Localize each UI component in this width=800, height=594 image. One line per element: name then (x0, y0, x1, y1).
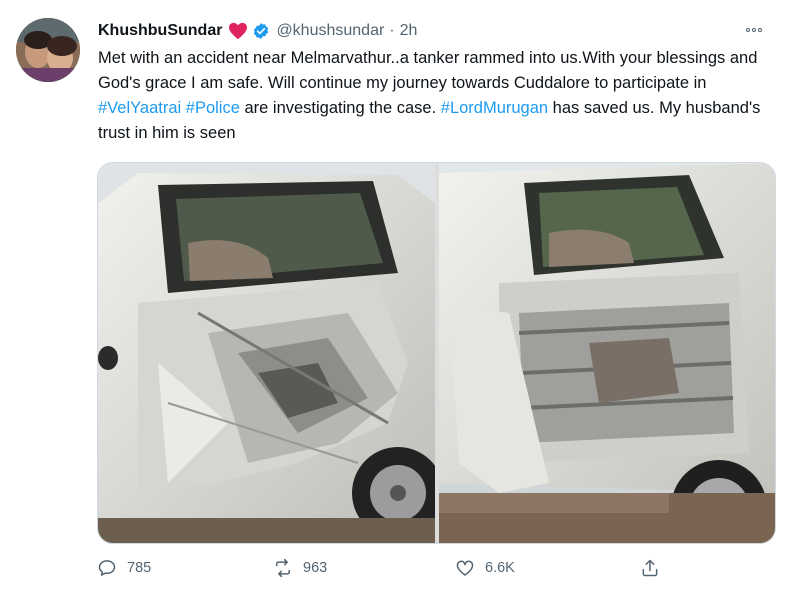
avatar[interactable] (16, 18, 80, 82)
tweet-text: Met with an accident near Melmarvathur..… (98, 46, 788, 146)
accident-photo-1[interactable] (98, 163, 444, 543)
hashtag-velyaatrai[interactable]: #VelYaatrai (98, 99, 181, 117)
tweet-text-segment: Met with an accident near Melmarvathur..… (98, 49, 758, 92)
share-icon (642, 559, 658, 577)
avatar-image (16, 18, 80, 82)
tweet-timestamp[interactable]: 2h (400, 22, 418, 40)
reply-icon (98, 560, 116, 576)
hashtag-police[interactable]: #Police (186, 99, 240, 117)
tweet-actions: 785 963 6.6K (0, 558, 800, 584)
red-heart-icon (228, 22, 248, 40)
accident-photo-2[interactable] (439, 163, 775, 543)
author-handle[interactable]: @khushsundar (276, 22, 384, 40)
reply-button[interactable]: 785 (97, 558, 151, 578)
tweet-header: KhushbuSundar @khushsundar · 2h (98, 18, 417, 44)
retweet-icon (276, 558, 290, 578)
tweet-text-segment: are investigating the case. (239, 99, 441, 117)
like-button[interactable]: 6.6K (455, 558, 515, 578)
like-count: 6.6K (485, 560, 515, 576)
like-icon (456, 560, 474, 576)
author-name[interactable]: KhushbuSundar (98, 22, 222, 40)
more-options-icon[interactable] (742, 20, 766, 40)
reply-count: 785 (127, 560, 152, 576)
retweet-button[interactable]: 963 (273, 558, 327, 578)
hashtag-lordmurugan[interactable]: #LordMurugan (441, 99, 548, 117)
share-button[interactable] (640, 558, 660, 578)
retweet-count: 963 (303, 560, 328, 576)
verified-badge-icon (252, 22, 270, 40)
header-separator: · (389, 22, 395, 39)
tweet-media (97, 162, 776, 544)
tweet: KhushbuSundar @khushsundar · 2h Met with… (0, 0, 800, 594)
